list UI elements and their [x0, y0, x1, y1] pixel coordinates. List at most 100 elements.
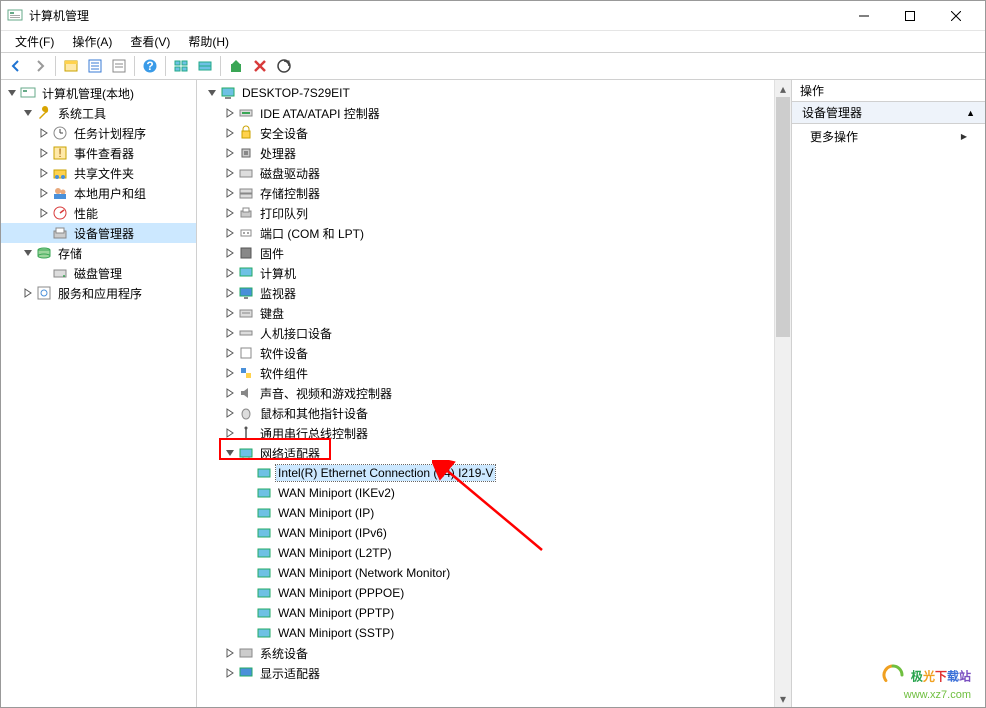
category-print-queue[interactable]: 打印队列 [197, 203, 791, 223]
expander-icon[interactable] [223, 366, 237, 380]
export-list-button[interactable] [107, 54, 131, 78]
expander-icon[interactable] [37, 146, 51, 160]
expander-icon[interactable] [5, 86, 19, 100]
expander-icon[interactable] [223, 186, 237, 200]
tree-event-viewer[interactable]: ! 事件查看器 [1, 143, 196, 163]
category-hid[interactable]: 人机接口设备 [197, 323, 791, 343]
category-network-adapters[interactable]: 网络适配器 [197, 443, 791, 463]
device-wan-l2tp[interactable]: WAN Miniport (L2TP) [197, 543, 791, 563]
expander-icon[interactable] [21, 246, 35, 260]
show-hide-tree-button[interactable] [59, 54, 83, 78]
scan-hardware-button[interactable] [272, 54, 296, 78]
vertical-scrollbar[interactable]: ▴ ▾ [774, 80, 791, 707]
expander-icon[interactable] [223, 306, 237, 320]
expander-icon[interactable] [223, 646, 237, 660]
nic-icon [256, 585, 272, 601]
expander-icon[interactable] [223, 226, 237, 240]
expander-icon[interactable] [21, 106, 35, 120]
expander-icon[interactable] [223, 346, 237, 360]
tree-system-tools[interactable]: 系统工具 [1, 103, 196, 123]
nav-back-button[interactable] [4, 54, 28, 78]
close-button[interactable] [933, 1, 979, 30]
tree-storage[interactable]: 存储 [1, 243, 196, 263]
tree-services-apps[interactable]: 服务和应用程序 [1, 283, 196, 303]
left-tree-pane[interactable]: 计算机管理(本地) 系统工具 任务计划程序 ! 事件查看器 共享文件夹 [1, 80, 197, 707]
category-keyboards[interactable]: 键盘 [197, 303, 791, 323]
device-wan-ikev2[interactable]: WAN Miniport (IKEv2) [197, 483, 791, 503]
expander-icon[interactable] [37, 166, 51, 180]
device-wan-ip[interactable]: WAN Miniport (IP) [197, 503, 791, 523]
menu-action[interactable]: 操作(A) [64, 31, 120, 52]
expander-icon[interactable] [223, 426, 237, 440]
category-firmware[interactable]: 固件 [197, 243, 791, 263]
expander-icon[interactable] [223, 386, 237, 400]
expander-icon[interactable] [205, 86, 219, 100]
device-wan-pptp[interactable]: WAN Miniport (PPTP) [197, 603, 791, 623]
scroll-down-button[interactable]: ▾ [775, 690, 791, 707]
expander-icon[interactable] [223, 146, 237, 160]
maximize-button[interactable] [887, 1, 933, 30]
category-usb[interactable]: 通用串行总线控制器 [197, 423, 791, 443]
view-devices-by-connection-button[interactable] [193, 54, 217, 78]
category-system-devices[interactable]: 系统设备 [197, 643, 791, 663]
expander-icon[interactable] [37, 206, 51, 220]
update-driver-button[interactable] [224, 54, 248, 78]
category-software-devices[interactable]: 软件设备 [197, 343, 791, 363]
expander-icon[interactable] [37, 186, 51, 200]
device-tree-scroll[interactable]: DESKTOP-7S29EIT IDE ATA/ATAPI 控制器 安全设备 处… [197, 80, 791, 707]
device-root[interactable]: DESKTOP-7S29EIT [197, 83, 791, 103]
expander-icon[interactable] [223, 266, 237, 280]
expander-icon[interactable] [223, 406, 237, 420]
tree-performance[interactable]: 性能 [1, 203, 196, 223]
expander-icon[interactable] [223, 446, 237, 460]
scroll-thumb[interactable] [776, 97, 790, 337]
category-disk-drives[interactable]: 磁盘驱动器 [197, 163, 791, 183]
actions-more[interactable]: 更多操作 ▶ [792, 124, 985, 148]
help-button[interactable]: ? [138, 54, 162, 78]
uninstall-device-button[interactable] [248, 54, 272, 78]
tree-shared-folders[interactable]: 共享文件夹 [1, 163, 196, 183]
category-ide[interactable]: IDE ATA/ATAPI 控制器 [197, 103, 791, 123]
expander-icon[interactable] [223, 326, 237, 340]
monitor-icon [238, 285, 254, 301]
category-display[interactable]: 显示适配器 [197, 663, 791, 683]
category-cpu[interactable]: 处理器 [197, 143, 791, 163]
tree-disk-mgmt[interactable]: 磁盘管理 [1, 263, 196, 283]
expander-icon[interactable] [223, 166, 237, 180]
category-software-components[interactable]: 软件组件 [197, 363, 791, 383]
nav-forward-button[interactable] [28, 54, 52, 78]
expander-icon[interactable] [223, 106, 237, 120]
tree-label: 服务和应用程序 [56, 284, 144, 303]
category-sound[interactable]: 声音、视频和游戏控制器 [197, 383, 791, 403]
device-wan-monitor[interactable]: WAN Miniport (Network Monitor) [197, 563, 791, 583]
expander-icon[interactable] [37, 126, 51, 140]
category-security[interactable]: 安全设备 [197, 123, 791, 143]
actions-section-device-manager[interactable]: 设备管理器 ▲ [792, 102, 985, 124]
category-storage-ctrl[interactable]: 存储控制器 [197, 183, 791, 203]
view-devices-by-type-button[interactable] [169, 54, 193, 78]
expander-icon[interactable] [223, 126, 237, 140]
device-wan-pppoe[interactable]: WAN Miniport (PPPOE) [197, 583, 791, 603]
expander-icon[interactable] [21, 286, 35, 300]
scroll-up-button[interactable]: ▴ [775, 80, 791, 97]
tree-root-computer-mgmt[interactable]: 计算机管理(本地) [1, 83, 196, 103]
device-wan-sstp[interactable]: WAN Miniport (SSTP) [197, 623, 791, 643]
device-intel-ethernet[interactable]: Intel(R) Ethernet Connection (14) I219-V [197, 463, 791, 483]
properties-button[interactable] [83, 54, 107, 78]
category-computer[interactable]: 计算机 [197, 263, 791, 283]
category-ports[interactable]: 端口 (COM 和 LPT) [197, 223, 791, 243]
tree-task-scheduler[interactable]: 任务计划程序 [1, 123, 196, 143]
expander-icon[interactable] [223, 246, 237, 260]
category-mouse[interactable]: 鼠标和其他指针设备 [197, 403, 791, 423]
menu-help[interactable]: 帮助(H) [180, 31, 237, 52]
minimize-button[interactable] [841, 1, 887, 30]
device-wan-ipv6[interactable]: WAN Miniport (IPv6) [197, 523, 791, 543]
expander-icon[interactable] [223, 206, 237, 220]
expander-icon[interactable] [223, 286, 237, 300]
tree-local-users[interactable]: 本地用户和组 [1, 183, 196, 203]
expander-icon[interactable] [223, 666, 237, 680]
tree-device-manager[interactable]: 设备管理器 [1, 223, 196, 243]
category-monitors[interactable]: 监视器 [197, 283, 791, 303]
menu-file[interactable]: 文件(F) [7, 31, 62, 52]
menu-view[interactable]: 查看(V) [122, 31, 178, 52]
